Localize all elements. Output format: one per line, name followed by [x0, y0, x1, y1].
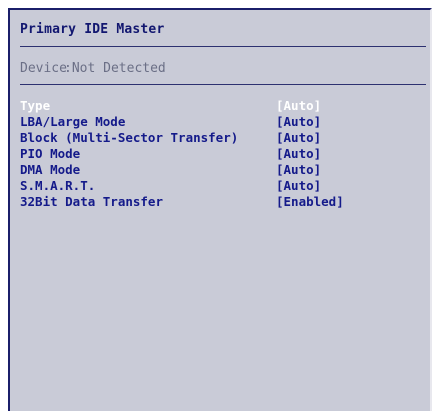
option-label: 32Bit Data Transfer	[20, 194, 163, 209]
option-label: DMA Mode	[20, 162, 81, 177]
option-dma-mode[interactable]: DMA Mode [Auto]	[20, 162, 424, 178]
option-value[interactable]: [Auto]	[276, 130, 321, 145]
option-value[interactable]: [Auto]	[276, 114, 321, 129]
device-value: :Not Detected	[64, 61, 166, 76]
option-type[interactable]: Type [Auto]	[20, 98, 424, 114]
device-divider	[20, 84, 426, 85]
option-list: Type [Auto] LBA/Large Mode [Auto] Block …	[20, 98, 424, 210]
option-label: Type	[20, 98, 51, 113]
option-value[interactable]: [Enabled]	[276, 194, 344, 209]
option-smart[interactable]: S.M.A.R.T. [Auto]	[20, 178, 424, 194]
page-title: Primary IDE Master	[20, 22, 165, 37]
option-block-transfer[interactable]: Block (Multi-Sector Transfer) [Auto]	[20, 130, 424, 146]
option-value[interactable]: [Auto]	[276, 146, 321, 161]
option-value[interactable]: [Auto]	[276, 98, 321, 113]
option-pio-mode[interactable]: PIO Mode [Auto]	[20, 146, 424, 162]
option-label: PIO Mode	[20, 146, 81, 161]
device-label: Device	[20, 61, 67, 76]
option-32bit-transfer[interactable]: 32Bit Data Transfer [Enabled]	[20, 194, 424, 210]
option-lba-large-mode[interactable]: LBA/Large Mode [Auto]	[20, 114, 424, 130]
bios-screen: Primary IDE Master Device :Not Detected …	[0, 0, 442, 411]
option-value[interactable]: [Auto]	[276, 162, 321, 177]
option-label: LBA/Large Mode	[20, 114, 126, 129]
option-label: Block (Multi-Sector Transfer)	[20, 130, 239, 145]
option-label: S.M.A.R.T.	[20, 178, 96, 193]
ide-settings-panel: Primary IDE Master Device :Not Detected …	[8, 8, 432, 411]
option-value[interactable]: [Auto]	[276, 178, 321, 193]
title-divider	[20, 46, 426, 47]
